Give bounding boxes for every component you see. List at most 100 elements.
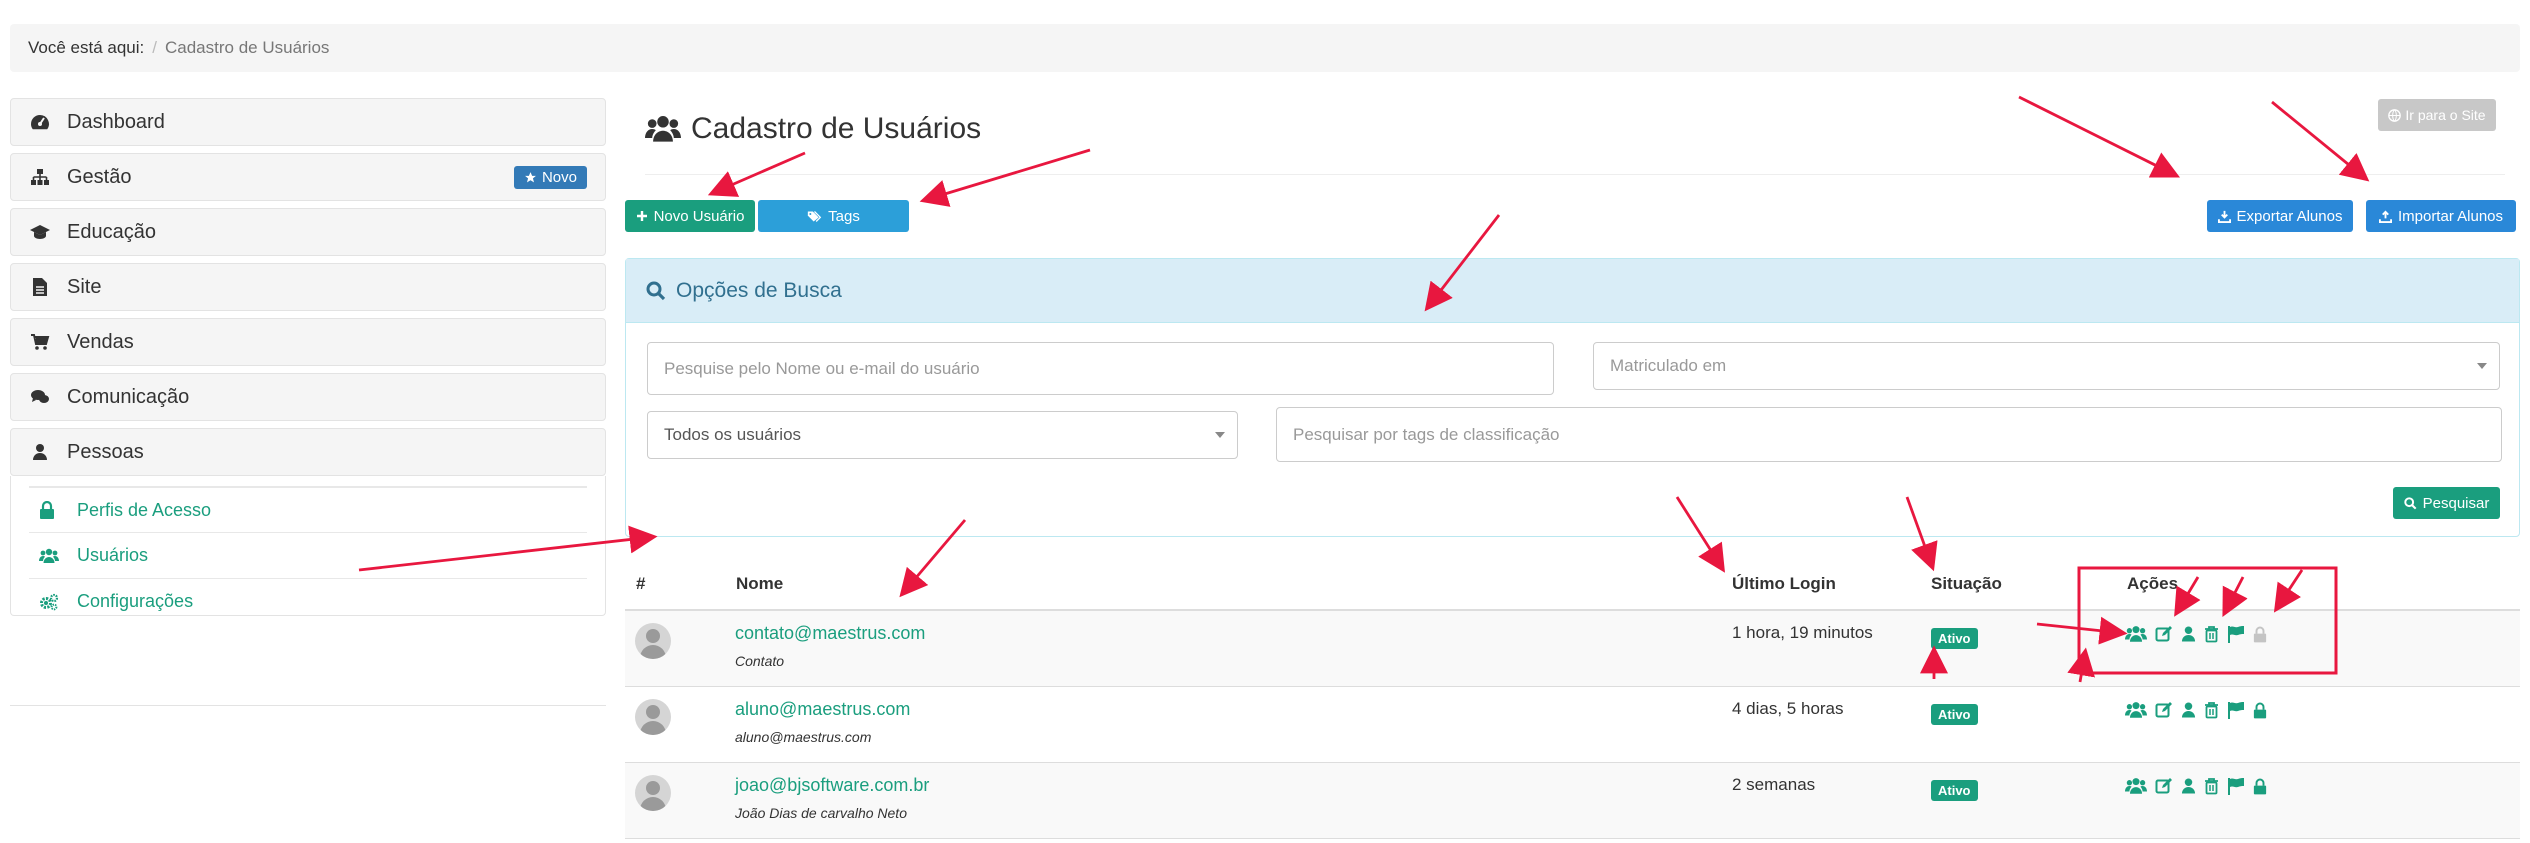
sidebar-item-label: Site (67, 275, 102, 298)
search-submit-label: Pesquisar (2422, 494, 2490, 512)
sidebar-item-pessoas[interactable]: Pessoas (10, 428, 606, 476)
tags-button[interactable]: Tags (758, 200, 909, 232)
star-icon (525, 172, 536, 183)
users-filter-value: Todos os usuários (664, 425, 802, 444)
user-name: aluno@maestrus.com (735, 729, 872, 745)
users-filter-select[interactable]: Todos os usuários (647, 411, 1238, 459)
sidebar-subitem-label: Configurações (77, 591, 194, 611)
column-header-status[interactable]: Situação (1931, 574, 2002, 594)
sidebar-item-label: Dashboard (67, 110, 165, 133)
sidebar-item-dashboard[interactable]: Dashboard (10, 98, 606, 146)
title-divider (645, 174, 2505, 175)
lock-icon[interactable] (2253, 626, 2267, 643)
sidebar-item-label: Pessoas (67, 440, 144, 463)
breadcrumb-prefix: Você está aqui: (28, 38, 145, 57)
sidebar-submenu-pessoas: Perfis de Acesso Usuários Configurações (10, 476, 606, 616)
sidebar-subitem-label: Perfis de Acesso (77, 499, 212, 520)
sidebar-item-comunicacao[interactable]: Comunicação (10, 373, 606, 421)
user-icon[interactable] (2181, 701, 2196, 719)
breadcrumb: Você está aqui: / Cadastro de Usuários (10, 24, 2520, 72)
users-icon (39, 548, 61, 564)
user-name: João Dias de carvalho Neto (735, 805, 907, 821)
table-row: joao@bjsoftware.com.br João Dias de carva… (625, 763, 2520, 839)
tags-search-input[interactable]: Pesquisar por tags de classificação (1276, 407, 2502, 462)
dashboard-icon (29, 111, 51, 133)
new-user-button[interactable]: Novo Usuário (625, 200, 755, 232)
document-icon (29, 276, 51, 298)
users-icon[interactable] (2125, 777, 2147, 795)
page-title: Cadastro de Usuários (645, 112, 981, 146)
user-name: Contato (735, 653, 785, 669)
export-students-button[interactable]: Exportar Alunos (2207, 200, 2353, 232)
user-email-link[interactable]: aluno@maestrus.com (735, 699, 910, 720)
column-header-last-login[interactable]: Último Login (1732, 574, 1836, 594)
sidebar-item-vendas[interactable]: Vendas (10, 318, 606, 366)
sidebar: Dashboard Gestão Novo Educação Site Vend… (10, 98, 606, 616)
user-email-link[interactable]: contato@maestrus.com (735, 623, 925, 644)
sidebar-item-site[interactable]: Site (10, 263, 606, 311)
search-panel-header[interactable]: Opções de Busca (626, 259, 2519, 323)
table-row: contato@maestrus.com Contato 1 hora, 19 mi… (625, 611, 2520, 687)
trash-icon[interactable] (2204, 625, 2219, 643)
user-icon (29, 441, 51, 463)
trash-icon[interactable] (2204, 701, 2219, 719)
status-badge: Ativo (1931, 628, 1978, 649)
breadcrumb-current: Cadastro de Usuários (165, 38, 330, 57)
user-email-link[interactable]: joao@bjsoftware.com.br (735, 775, 929, 796)
avatar (635, 775, 671, 811)
search-icon (646, 281, 666, 300)
sidebar-subitem-usuarios[interactable]: Usuários (29, 532, 587, 578)
tags-search-placeholder: Pesquisar por tags de classificação (1293, 424, 1560, 444)
avatar (635, 623, 671, 659)
edit-icon[interactable] (2155, 701, 2173, 719)
lock-icon[interactable] (2253, 778, 2267, 795)
chevron-down-icon (2477, 363, 2487, 369)
status-badge: Ativo (1931, 780, 1978, 801)
plus-icon (636, 211, 647, 221)
search-icon (2403, 496, 2417, 509)
user-icon[interactable] (2181, 625, 2196, 643)
sidebar-item-educacao[interactable]: Educação (10, 208, 606, 256)
row-actions (2125, 777, 2267, 795)
sitemap-icon (29, 166, 51, 188)
import-students-button[interactable]: Importar Alunos (2366, 200, 2516, 232)
column-header-name[interactable]: Nome (736, 574, 783, 594)
edit-icon[interactable] (2155, 625, 2173, 643)
flag-icon[interactable] (2227, 777, 2245, 795)
new-user-label: Novo Usuário (653, 207, 745, 225)
chevron-down-icon (1215, 432, 1225, 438)
export-students-label: Exportar Alunos (2236, 207, 2343, 225)
sidebar-subitem-perfis[interactable]: Perfis de Acesso (29, 486, 587, 532)
lock-icon[interactable] (2253, 702, 2267, 719)
lock-icon (39, 501, 61, 519)
enrolled-in-select[interactable]: Matriculado em (1593, 342, 2500, 390)
column-header-actions: Ações (2127, 574, 2179, 593)
trash-icon[interactable] (2204, 777, 2219, 795)
tags-icon (807, 210, 822, 222)
edit-icon[interactable] (2155, 777, 2173, 795)
user-icon[interactable] (2181, 777, 2196, 795)
users-icon[interactable] (2125, 625, 2147, 643)
sidebar-item-label: Vendas (67, 330, 134, 353)
upload-icon (2378, 210, 2392, 223)
search-submit-button[interactable]: Pesquisar (2393, 487, 2500, 519)
chat-icon (29, 386, 51, 408)
row-actions (2125, 625, 2267, 643)
flag-icon[interactable] (2227, 625, 2245, 643)
search-name-input[interactable]: Pesquise pelo Nome ou e-mail do usuário (647, 342, 1554, 395)
badge-label: Novo (541, 169, 577, 186)
page-title-text: Cadastro de Usuários (691, 112, 982, 145)
last-login: 1 hora, 19 minutos (1732, 623, 1873, 642)
sidebar-item-gestao[interactable]: Gestão Novo (10, 153, 606, 201)
sidebar-divider (10, 705, 606, 706)
download-icon (2217, 210, 2231, 223)
import-students-label: Importar Alunos (2397, 207, 2504, 225)
flag-icon[interactable] (2227, 701, 2245, 719)
go-to-site-button[interactable]: Ir para o Site (2378, 99, 2496, 131)
search-panel-title: Opções de Busca (676, 278, 842, 302)
sidebar-subitem-configuracoes[interactable]: Configurações (29, 578, 587, 624)
search-name-placeholder: Pesquise pelo Nome ou e-mail do usuário (664, 358, 980, 378)
table-row: aluno@maestrus.com aluno@maestrus.com 4 di… (625, 687, 2520, 763)
cogs-icon (39, 593, 61, 611)
users-icon[interactable] (2125, 701, 2147, 719)
